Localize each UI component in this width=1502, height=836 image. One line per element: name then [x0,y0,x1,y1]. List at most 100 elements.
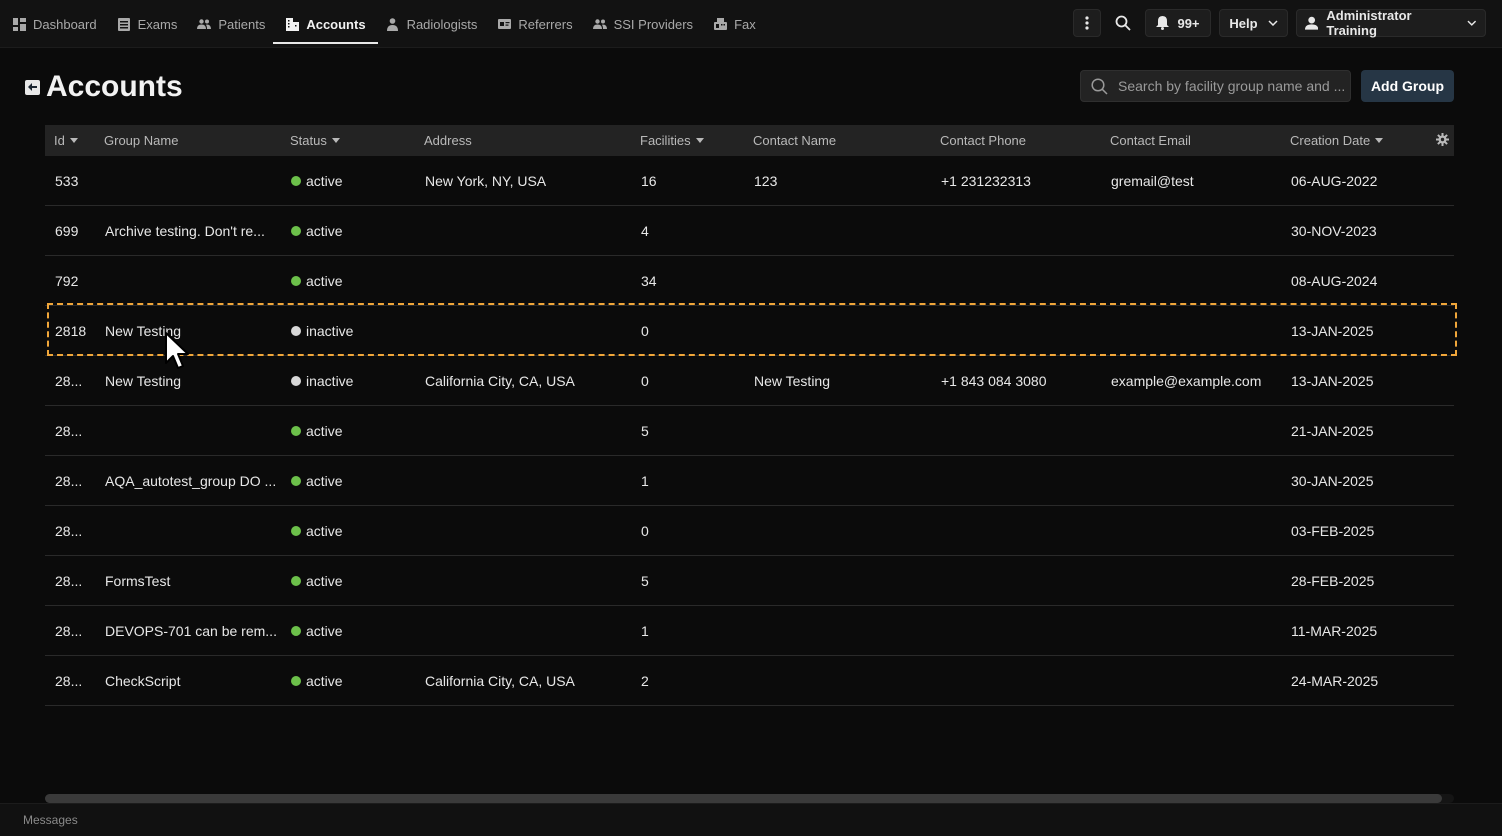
cell-text: example@example.com [1111,373,1262,389]
table-row[interactable]: 28... DEVOPS-701 can be rem... active 1 11-M… [45,606,1454,656]
table-row[interactable]: 28... active 5 21-JAN-2025 [45,406,1454,456]
column-header-contact-phone[interactable]: Contact Phone [940,125,1026,156]
cell-text: 1 [641,623,649,639]
cell-phone: +1 231232313 [941,156,1031,206]
cell-id: 28... [55,556,82,606]
cell-text: 123 [754,173,778,189]
cell-group: FormsTest [105,556,170,606]
table-row[interactable]: 533 active New York, NY, USA 16 123 +1 231232… [45,156,1454,206]
cell-text: 699 [55,223,79,239]
user-name: Administrator Training [1326,8,1412,38]
table-row[interactable]: 28... New Testing inactive California City,… [45,356,1454,406]
cell-date: 30-JAN-2025 [1291,456,1374,506]
table-row[interactable]: 28... CheckScript active California City, C… [45,656,1454,706]
scrollbar-thumb[interactable] [45,794,1442,803]
status-dot-icon [291,326,301,336]
nav-referrers[interactable]: Referrers [497,10,573,38]
cell-text: 30-NOV-2023 [1291,223,1377,239]
more-options-button[interactable] [1073,9,1101,37]
table-body: 533 active New York, NY, USA 16 123 +1 231232… [45,156,1457,706]
cell-id: 533 [55,156,78,206]
table-row[interactable]: 28... AQA_autotest_group DO ... active 1 30-… [45,456,1454,506]
nav-radiologists[interactable]: Radiologists [386,10,478,38]
nav-fax[interactable]: Fax [713,10,756,38]
cell-date: 21-JAN-2025 [1291,406,1374,456]
nav-label: Patients [218,16,266,32]
column-label: Contact Name [753,133,837,148]
help-dropdown[interactable]: Help [1219,9,1288,37]
column-header-contact-email[interactable]: Contact Email [1110,125,1191,156]
cell-text: 13-JAN-2025 [1291,323,1374,339]
table-row[interactable]: 28... active 0 03-FEB-2025 [45,506,1454,556]
nav-patients[interactable]: Patients [197,10,265,38]
arrow-left-icon [28,83,37,91]
messages-bar[interactable]: Messages [0,803,1502,836]
user-menu-dropdown[interactable]: Administrator Training [1296,8,1486,38]
cell-text: New Testing [105,373,182,389]
status-dot-icon [291,526,301,536]
cell-text: 28... [55,523,83,539]
dashboard-icon [12,17,26,31]
cell-id: 28... [55,456,82,506]
add-group-button[interactable]: Add Group [1361,70,1454,102]
nav-ssi-providers[interactable]: SSI Providers [592,10,693,38]
bell-icon [1156,16,1170,30]
cell-text: 28... [55,623,83,639]
mouse-cursor-icon [165,332,189,369]
cell-id: 792 [55,256,78,306]
cell-facilities: 16 [641,156,657,206]
cell-status: active [291,156,343,206]
cell-facilities: 5 [641,556,649,606]
cell-text: active [306,273,343,289]
column-label: Contact Email [1110,133,1191,148]
status-dot-icon [291,426,301,436]
cell-status: active [291,406,343,456]
back-button[interactable] [25,79,40,95]
column-header-creation-date[interactable]: Creation Date [1290,125,1384,156]
user-icon [1305,16,1319,30]
column-label: Contact Phone [940,133,1027,148]
nav-dashboard[interactable]: Dashboard [12,10,97,38]
cell-text: 21-JAN-2025 [1291,423,1374,439]
cell-id: 28... [55,656,82,706]
column-label: Status [290,133,327,148]
group-search[interactable] [1080,70,1351,102]
column-settings-button[interactable] [1436,133,1449,149]
cell-status: active [291,606,343,656]
nav-label: Radiologists [406,16,478,32]
column-header-facilities[interactable]: Facilities [640,125,704,156]
cell-text: California City, CA, USA [425,373,575,389]
cell-text: active [306,523,343,539]
main-nav: Dashboard Exams Patients Accounts Radiol… [0,0,764,48]
cell-text: 0 [641,323,649,339]
table-row[interactable]: 28... FormsTest active 5 28-FEB-2025 [45,556,1454,606]
search-input[interactable] [1118,78,1346,94]
column-header-group-name[interactable]: Group Name [104,125,178,156]
cell-date: 13-JAN-2025 [1291,356,1374,406]
cell-text: 24-MAR-2025 [1291,673,1379,689]
cell-facilities: 34 [641,256,657,306]
global-search-button[interactable] [1109,9,1137,37]
column-header-contact-name[interactable]: Contact Name [753,125,836,156]
notifications-button[interactable]: 99+ [1145,9,1211,37]
nav-accounts[interactable]: Accounts [273,10,378,44]
cell-text: +1 231232313 [941,173,1031,189]
table-row-selected[interactable]: 2818 New Testing inactive 0 13-JAN-2025 [45,303,1457,356]
sort-caret-icon [69,138,78,143]
cell-status: active [291,556,343,606]
filter-caret-icon [331,138,340,143]
nav-exams[interactable]: Exams [117,10,177,38]
cell-text: active [306,573,343,589]
cell-id: 699 [55,206,78,256]
column-header-address[interactable]: Address [424,125,472,156]
column-header-status[interactable]: Status [290,125,340,156]
horizontal-scrollbar[interactable] [45,794,1454,803]
cell-text: 5 [641,423,649,439]
cell-group: CheckScript [105,656,180,706]
table-row[interactable]: 699 Archive testing. Don't re... active 4 30… [45,206,1454,256]
column-header-id[interactable]: Id [54,125,78,156]
doctor-icon [386,17,400,31]
sort-caret-icon [1375,138,1384,143]
messages-label: Messages [23,813,78,827]
table-row[interactable]: 792 active 34 08-AUG-2024 [45,256,1454,306]
